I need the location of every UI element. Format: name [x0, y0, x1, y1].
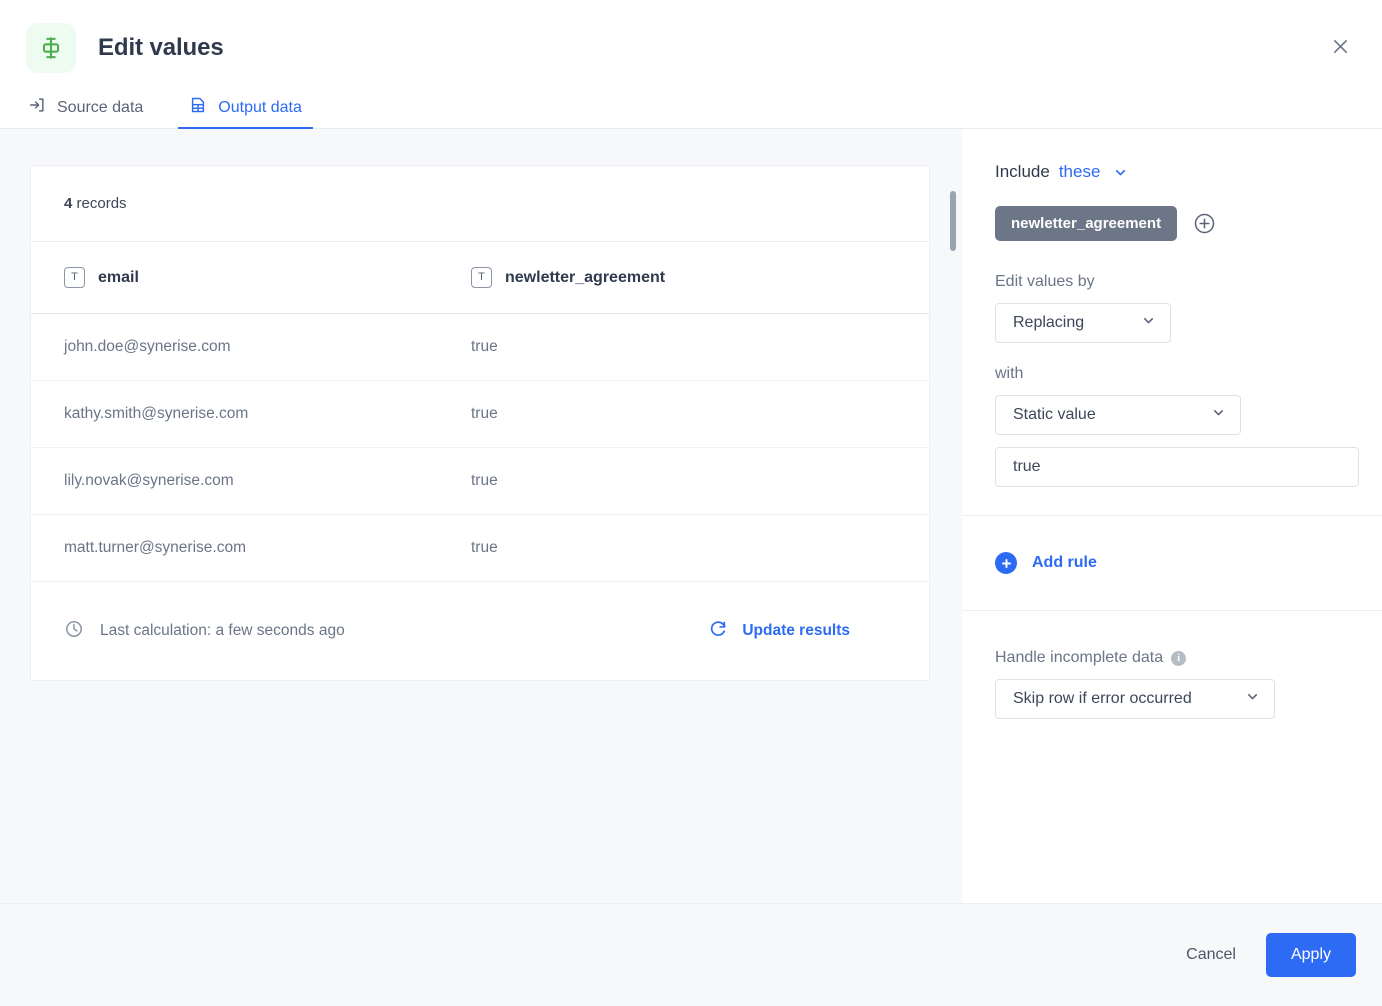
selected-attributes: newletter_agreement	[995, 206, 1349, 241]
include-prefix-label: Include	[995, 162, 1050, 182]
handle-incomplete-data-label: Handle incomplete data	[995, 649, 1163, 667]
dialog-body: 4 records T email T newletter_agreement …	[0, 129, 1382, 903]
cell-email: kathy.smith@synerise.com	[31, 405, 471, 423]
edit-values-by-label: Edit values by	[995, 273, 1349, 291]
records-count: 4	[64, 195, 72, 212]
records-label: records	[77, 195, 127, 212]
column-header-newletter-agreement[interactable]: T newletter_agreement	[471, 267, 929, 288]
add-rule-button[interactable]: Add rule	[995, 552, 1097, 574]
column-header-email-label: email	[98, 269, 139, 287]
text-type-icon: T	[64, 267, 85, 288]
edit-values-dialog: Edit values Source data	[0, 0, 1382, 1006]
last-calculation-label: Last calculation: a few seconds ago	[100, 622, 345, 640]
column-header-newletter-agreement-label: newletter_agreement	[505, 269, 665, 287]
with-value-type-value: Static value	[1013, 406, 1096, 424]
preview-footer: Last calculation: a few seconds ago Upda…	[31, 582, 929, 680]
refresh-icon	[708, 618, 729, 644]
tab-output-data[interactable]: Output data	[187, 96, 304, 128]
cell-newletter-agreement: true	[471, 472, 929, 490]
with-value-type-select[interactable]: Static value	[995, 395, 1241, 435]
edit-values-by-select[interactable]: Replacing	[995, 303, 1171, 343]
preview-table-card: 4 records T email T newletter_agreement …	[30, 165, 930, 681]
tab-source-data[interactable]: Source data	[26, 96, 145, 128]
handle-incomplete-data-label-wrap: Handle incomplete data i	[995, 649, 1349, 667]
include-section: Include these newletter_agreement	[962, 129, 1382, 487]
update-results-button[interactable]: Update results	[708, 618, 850, 644]
include-mode-link[interactable]: these	[1059, 162, 1101, 182]
table-row: kathy.smith@synerise.com true	[31, 381, 929, 448]
table-row: lily.novak@synerise.com true	[31, 448, 929, 515]
info-icon[interactable]: i	[1171, 651, 1186, 666]
close-icon[interactable]	[1320, 26, 1360, 66]
tab-bar: Source data Output data	[0, 95, 1382, 129]
tab-output-data-label: Output data	[218, 99, 302, 117]
update-results-label: Update results	[742, 622, 850, 640]
cell-email: matt.turner@synerise.com	[31, 539, 471, 557]
incomplete-data-section: Handle incomplete data i Skip row if err…	[962, 611, 1382, 719]
page-title: Edit values	[98, 34, 224, 62]
cell-email: lily.novak@synerise.com	[31, 472, 471, 490]
panel-scrollbar-thumb[interactable]	[950, 191, 956, 251]
plus-circle-icon	[995, 552, 1017, 574]
chevron-down-icon[interactable]	[1113, 165, 1128, 180]
text-type-icon: T	[471, 267, 492, 288]
table-header-row: T email T newletter_agreement	[31, 242, 929, 314]
chevron-down-icon	[1141, 313, 1156, 333]
attribute-chip-newletter-agreement[interactable]: newletter_agreement	[995, 206, 1177, 241]
edit-values-by-value: Replacing	[1013, 314, 1084, 332]
with-label: with	[995, 365, 1349, 383]
tab-source-data-label: Source data	[57, 99, 143, 117]
static-value-input[interactable]: true	[995, 447, 1359, 487]
handle-incomplete-data-value: Skip row if error occurred	[1013, 690, 1192, 708]
dialog-footer: Cancel Apply	[0, 903, 1382, 1006]
edit-values-icon	[26, 23, 76, 73]
include-row: Include these	[995, 129, 1349, 182]
cell-newletter-agreement: true	[471, 405, 929, 423]
add-rule-label: Add rule	[1032, 554, 1097, 572]
chevron-down-icon	[1245, 689, 1260, 709]
cell-email: john.doe@synerise.com	[31, 338, 471, 356]
table-row: john.doe@synerise.com true	[31, 314, 929, 381]
records-count-bar: 4 records	[31, 166, 929, 242]
clock-icon	[64, 619, 84, 644]
panel-scrollbar[interactable]	[956, 129, 962, 903]
table-row: matt.turner@synerise.com true	[31, 515, 929, 582]
column-header-email[interactable]: T email	[31, 267, 471, 288]
handle-incomplete-data-select[interactable]: Skip row if error occurred	[995, 679, 1275, 719]
cancel-button[interactable]: Cancel	[1168, 934, 1254, 976]
table-document-icon	[189, 96, 207, 119]
dialog-header: Edit values	[0, 0, 1382, 95]
settings-panel: Include these newletter_agreement	[962, 129, 1382, 903]
plus-circle-outline-icon[interactable]	[1193, 212, 1216, 235]
add-rule-section: Add rule	[962, 516, 1382, 610]
apply-button[interactable]: Apply	[1266, 933, 1356, 977]
cell-newletter-agreement: true	[471, 338, 929, 356]
import-arrow-icon	[28, 96, 46, 119]
cell-newletter-agreement: true	[471, 539, 929, 557]
data-preview-pane: 4 records T email T newletter_agreement …	[0, 129, 962, 903]
chevron-down-icon	[1211, 405, 1226, 425]
last-calculation: Last calculation: a few seconds ago	[64, 619, 345, 644]
